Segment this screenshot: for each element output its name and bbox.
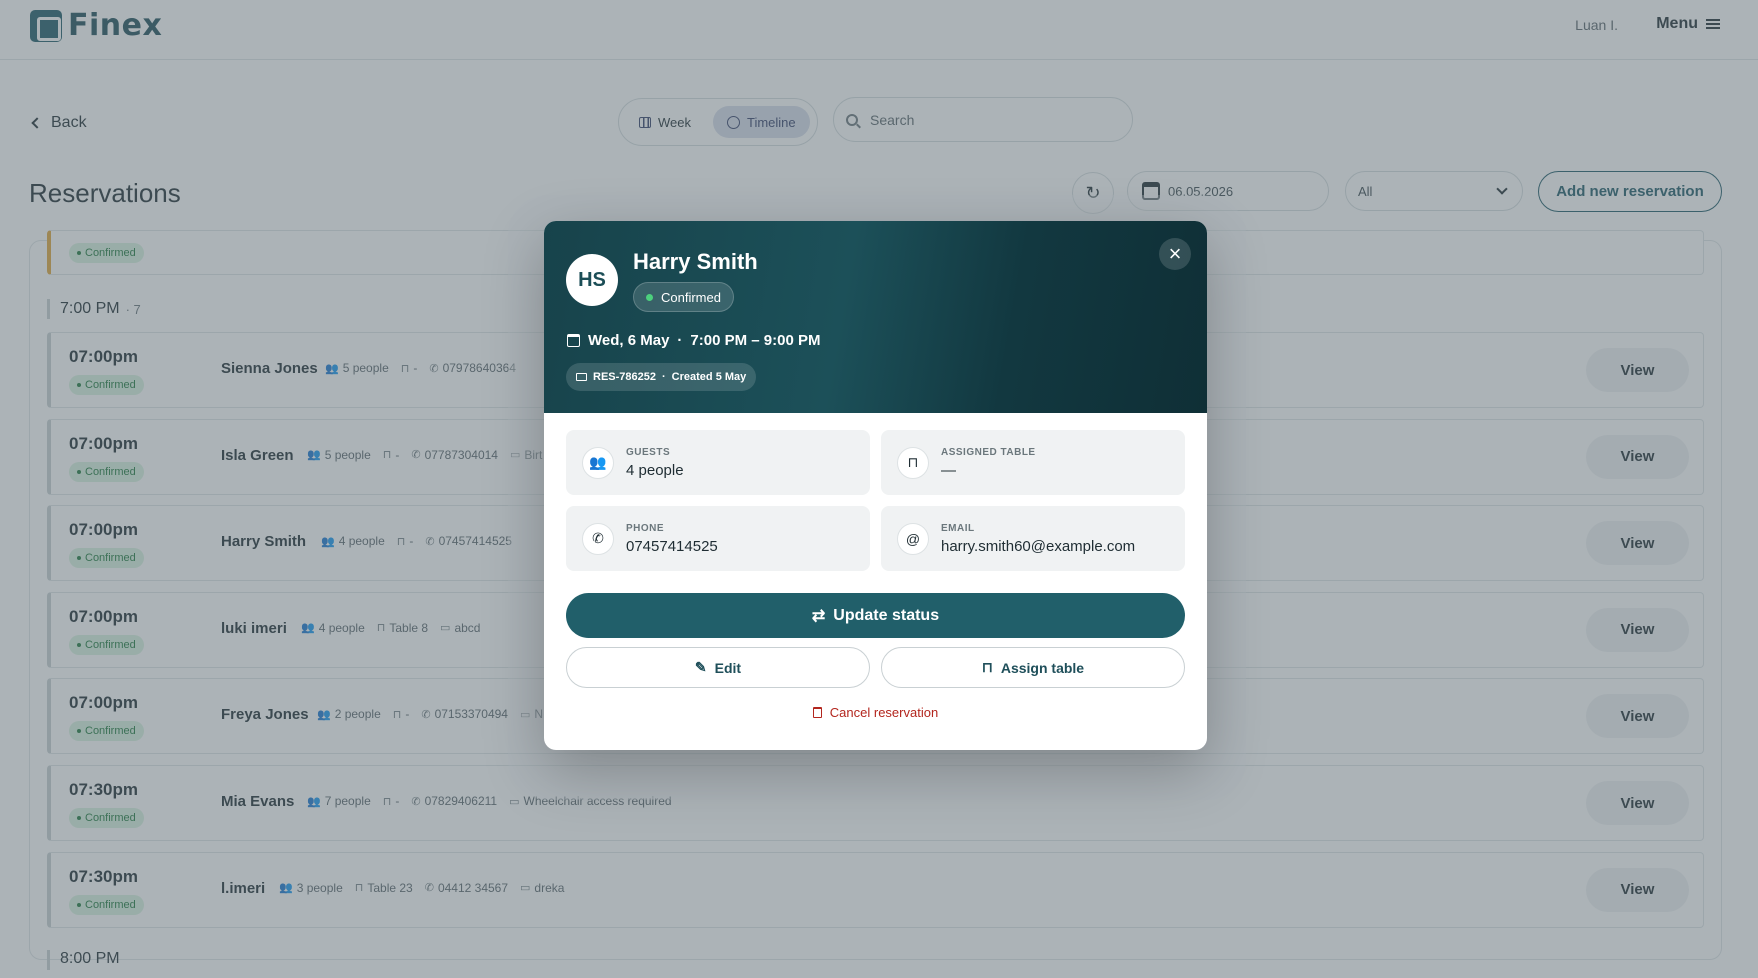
people-icon: 👥 <box>582 446 614 479</box>
separator-dot: · <box>662 371 666 383</box>
email-value: harry.smith60@example.com <box>941 537 1136 555</box>
status-badge: Confirmed <box>633 282 734 312</box>
reservation-modal: HS Harry Smith Confirmed Wed, 6 May · 7:… <box>544 221 1207 750</box>
cancel-label: Cancel reservation <box>829 705 939 720</box>
table-card: ⊓ ASSIGNED TABLE — <box>881 430 1185 495</box>
avatar: HS <box>566 254 618 306</box>
table-icon: ⊓ <box>897 446 929 479</box>
table-icon: ⊓ <box>981 659 993 675</box>
close-icon: × <box>1168 241 1182 266</box>
table-label: ASSIGNED TABLE <box>941 446 1036 458</box>
email-card: @ EMAIL harry.smith60@example.com <box>881 506 1185 571</box>
reservation-time: 7:00 PM – 9:00 PM <box>690 332 821 349</box>
trash-icon <box>812 707 822 718</box>
assign-table-button[interactable]: ⊓ Assign table <box>881 647 1185 688</box>
created-date: Created 5 May <box>671 371 747 383</box>
guests-label: GUESTS <box>626 446 671 458</box>
modal-header: HS Harry Smith Confirmed Wed, 6 May · 7:… <box>544 221 1207 413</box>
cancel-reservation-button[interactable]: Cancel reservation <box>544 705 1207 720</box>
reservation-date: Wed, 6 May <box>588 332 670 349</box>
guest-name: Harry Smith <box>633 249 758 274</box>
swap-icon: ⇄ <box>811 607 826 625</box>
update-status-label: Update status <box>833 606 940 624</box>
guests-card: 👥 GUESTS 4 people <box>566 430 870 495</box>
at-icon: @ <box>897 522 929 555</box>
phone-icon: ✆ <box>582 522 614 555</box>
phone-value: 07457414525 <box>626 537 718 555</box>
phone-card: ✆ PHONE 07457414525 <box>566 506 870 571</box>
ticket-icon <box>576 373 587 381</box>
edit-label: Edit <box>714 659 742 676</box>
status-dot <box>646 293 653 301</box>
reference-chip: RES-786252 · Created 5 May <box>566 363 757 391</box>
reservation-datetime: Wed, 6 May · 7:00 PM – 9:00 PM <box>567 332 820 349</box>
assign-table-label: Assign table <box>1000 659 1085 676</box>
status-label: Confirmed <box>661 289 721 305</box>
table-value: — <box>941 461 956 479</box>
phone-label: PHONE <box>626 522 665 534</box>
update-status-button[interactable]: ⇄ Update status <box>566 593 1185 638</box>
edit-button[interactable]: ✎ Edit <box>566 647 870 688</box>
pencil-icon: ✎ <box>694 659 707 675</box>
guests-value: 4 people <box>626 461 684 479</box>
calendar-icon <box>567 334 580 347</box>
close-button[interactable]: × <box>1159 238 1191 270</box>
email-label: EMAIL <box>941 522 975 534</box>
reference-id: RES-786252 <box>593 371 656 383</box>
separator-dot: · <box>677 332 683 349</box>
